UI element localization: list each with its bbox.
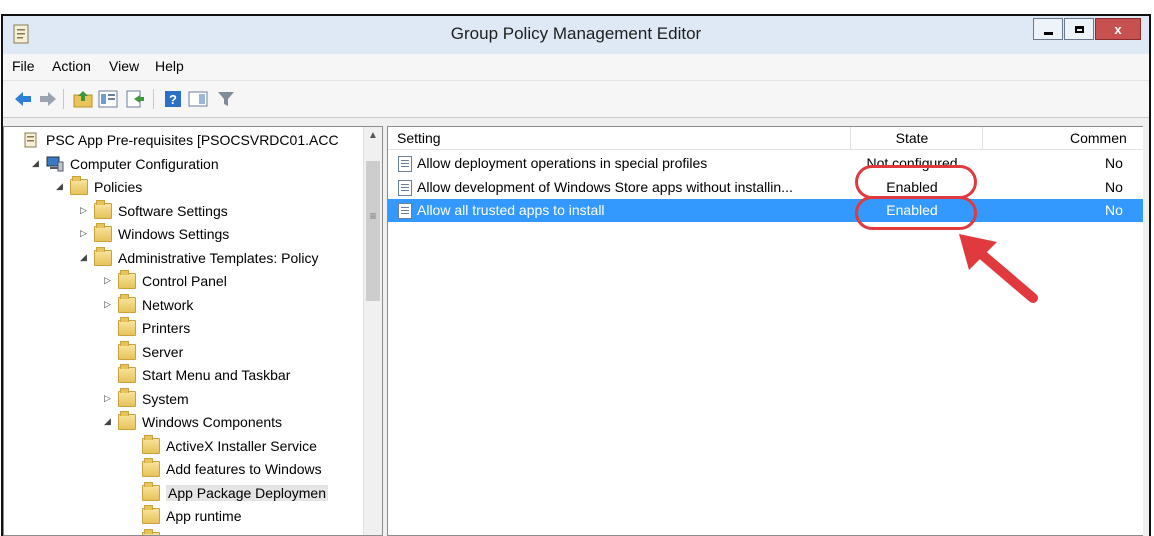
filter-icon[interactable] bbox=[216, 89, 236, 109]
title-bar[interactable]: Group Policy Management Editor x bbox=[3, 16, 1149, 54]
tree-item-label: ActiveX Installer Service bbox=[166, 437, 317, 454]
toolbar-separator bbox=[63, 89, 64, 109]
collapsed-arrow-icon[interactable]: ▷ bbox=[80, 205, 90, 216]
menu-file[interactable]: File bbox=[12, 58, 35, 74]
tree-item-label: Administrative Templates: Policy bbox=[118, 249, 319, 266]
scrollbar-thumb[interactable] bbox=[366, 161, 380, 301]
help-icon[interactable]: ? bbox=[163, 89, 183, 109]
expanded-arrow-icon[interactable]: ◢ bbox=[32, 158, 42, 169]
table-row[interactable]: Allow all trusted apps to install Enabled… bbox=[388, 199, 1143, 222]
tree-item-label: Printers bbox=[142, 320, 191, 336]
tree-item-label: Windows Components bbox=[142, 414, 283, 430]
folder-icon bbox=[142, 458, 160, 477]
forward-icon[interactable] bbox=[38, 89, 58, 109]
tree-item-label: Windows Settings bbox=[118, 226, 230, 242]
tree-item-label: Application Compatibility bbox=[166, 532, 319, 536]
setting-comment: No bbox=[1105, 202, 1123, 218]
setting-name: Allow all trusted apps to install bbox=[417, 202, 605, 218]
tree-item-label: App Package Deploymen bbox=[166, 484, 328, 501]
tree-item-label: Software Settings bbox=[118, 202, 228, 219]
setting-name: Allow development of Windows Store apps … bbox=[417, 178, 793, 195]
annotation-highlight-circle bbox=[855, 196, 977, 230]
tree-item-label: Policies bbox=[94, 179, 143, 195]
expanded-arrow-icon[interactable]: ◢ bbox=[80, 252, 90, 263]
folder-icon bbox=[118, 364, 136, 383]
header-divider[interactable] bbox=[982, 127, 983, 149]
minimize-button[interactable] bbox=[1033, 18, 1063, 40]
close-icon: x bbox=[1114, 21, 1122, 37]
tree-item-label: PSC App Pre-requisites [PSOCSVRDC01.ACC bbox=[46, 132, 339, 148]
collapsed-arrow-icon[interactable]: ▷ bbox=[80, 228, 90, 239]
header-state[interactable]: State bbox=[850, 127, 974, 149]
setting-comment: No bbox=[1105, 155, 1123, 171]
window-title: Group Policy Management Editor bbox=[450, 24, 702, 43]
tree-item-label: Network bbox=[142, 296, 194, 313]
folder-icon bbox=[94, 223, 112, 242]
setting-name: Allow deployment operations in special p… bbox=[417, 155, 708, 171]
minimize-icon bbox=[1043, 31, 1053, 35]
maximize-button[interactable] bbox=[1064, 18, 1094, 40]
header-comment[interactable]: Commen bbox=[1070, 127, 1127, 149]
folder-icon bbox=[118, 293, 136, 313]
setting-comment: No bbox=[1105, 178, 1123, 195]
expanded-arrow-icon[interactable]: ◢ bbox=[56, 181, 66, 192]
folder-icon bbox=[94, 246, 112, 266]
folder-icon bbox=[118, 387, 136, 407]
tree-scrollbar[interactable]: ▲ ≡ bbox=[363, 127, 382, 535]
maximize-icon bbox=[1074, 25, 1084, 33]
annotation-arrow-icon bbox=[959, 234, 1038, 303]
folder-icon bbox=[70, 176, 88, 195]
folder-icon bbox=[142, 505, 160, 524]
toolbar: ? bbox=[3, 81, 1149, 118]
folder-icon bbox=[142, 528, 160, 535]
folder-icon bbox=[94, 199, 112, 219]
tree-item-label: Computer Configuration bbox=[70, 155, 219, 172]
policy-setting-icon bbox=[398, 203, 412, 219]
close-button[interactable]: x bbox=[1095, 18, 1141, 40]
folder-icon bbox=[118, 340, 136, 360]
policy-setting-icon bbox=[398, 179, 412, 196]
column-header: Setting State Commen bbox=[388, 127, 1143, 150]
menu-action[interactable]: Action bbox=[52, 58, 91, 74]
header-setting[interactable]: Setting bbox=[397, 127, 441, 149]
scroll-up-icon[interactable]: ▲ bbox=[364, 127, 382, 145]
folder-icon bbox=[142, 481, 160, 501]
folder-icon bbox=[118, 270, 136, 289]
menu-bar: File Action View Help bbox=[3, 54, 1149, 81]
svg-text:?: ? bbox=[169, 92, 177, 107]
expanded-arrow-icon[interactable]: ◢ bbox=[104, 416, 114, 427]
computer-icon bbox=[46, 156, 64, 172]
menu-view[interactable]: View bbox=[109, 58, 139, 74]
tree-item-label: System bbox=[142, 390, 189, 407]
scroll-grip-icon: ≡ bbox=[369, 209, 377, 223]
settings-pane: Setting State Commen Allow deployment op… bbox=[387, 126, 1143, 536]
table-row[interactable]: Allow deployment operations in special p… bbox=[388, 152, 1143, 175]
content-area: ▲ ≡ PSC App Pre-requisites [PSOCSVRDC01.… bbox=[3, 118, 1149, 536]
properties-pane-icon[interactable] bbox=[188, 89, 208, 109]
toolbar-separator-2 bbox=[153, 89, 154, 109]
tree-item-label: Start Menu and Taskbar bbox=[142, 367, 291, 383]
back-icon[interactable] bbox=[13, 89, 33, 109]
tree-item-label: Server bbox=[142, 343, 184, 360]
collapsed-arrow-icon[interactable]: ▷ bbox=[104, 299, 114, 310]
tree-item-label: Control Panel bbox=[142, 273, 227, 289]
console-tree: ▲ ≡ PSC App Pre-requisites [PSOCSVRDC01.… bbox=[3, 126, 383, 536]
export-list-icon[interactable] bbox=[125, 89, 145, 109]
collapsed-arrow-icon[interactable]: ▷ bbox=[104, 275, 114, 286]
tree-item-label: Add features to Windows bbox=[166, 461, 322, 477]
folder-icon bbox=[142, 434, 160, 454]
collapsed-arrow-icon[interactable]: ▷ bbox=[104, 393, 114, 404]
tree-item-label: App runtime bbox=[166, 508, 242, 524]
annotation-highlight-circle bbox=[855, 165, 977, 199]
table-row[interactable]: Allow development of Windows Store apps … bbox=[388, 176, 1143, 199]
up-folder-icon[interactable] bbox=[73, 89, 93, 109]
folder-icon bbox=[118, 317, 136, 336]
policy-setting-icon bbox=[398, 156, 412, 172]
menu-help[interactable]: Help bbox=[155, 58, 184, 74]
show-hide-tree-icon[interactable] bbox=[98, 89, 118, 109]
folder-icon bbox=[118, 411, 136, 430]
policy-icon bbox=[22, 132, 40, 148]
